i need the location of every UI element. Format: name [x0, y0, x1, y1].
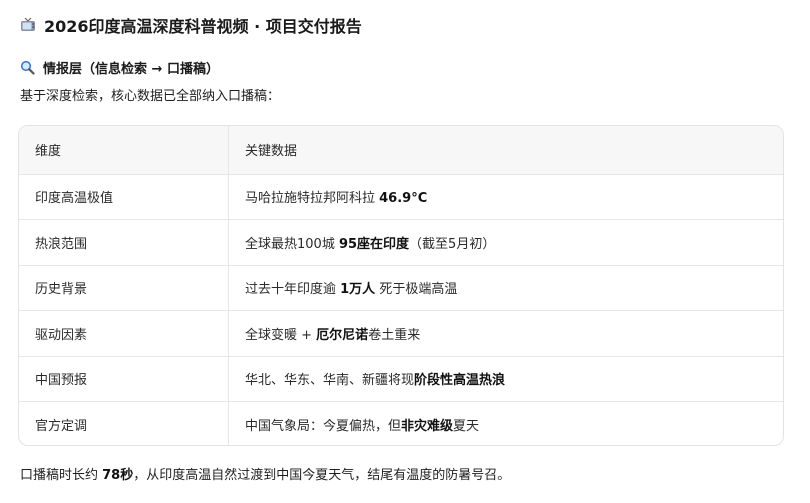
- intro-text: 基于深度检索，核心数据已全部纳入口播稿：: [20, 89, 281, 104]
- report-title-text: 2026印度高温深度科普视频 · 项目交付报告: [44, 17, 362, 36]
- table-row: 官方定调 中国气象局：今夏偏热，但非灾难级夏天: [19, 401, 784, 446]
- dimension-cell: 热浪范围: [19, 219, 229, 266]
- key-data-highlight: 阶段性高温热浪: [414, 373, 506, 389]
- magnifier-icon: [20, 60, 35, 75]
- key-data-cell: 全球最热100城 95座在印度（截至5月初）: [228, 219, 783, 266]
- data-table: 维度 关键数据 印度高温极值 马哈拉施特拉邦阿科拉 46.9°C 热浪范围 全球…: [18, 125, 784, 446]
- key-data-highlight: 46.9°C: [379, 191, 428, 207]
- report-title: 2026印度高温深度科普视频 · 项目交付报告: [20, 12, 362, 38]
- key-data-text: 死于极端高温: [375, 282, 458, 298]
- tv-icon: [20, 17, 36, 33]
- column-header-key-data: 关键数据: [228, 126, 783, 175]
- key-data-text: 中国气象局：今夏偏热，但: [245, 419, 402, 434]
- table-header-row: 维度 关键数据: [19, 126, 783, 175]
- table-row: 驱动因素 全球变暖 + 厄尔尼诺卷土重来: [19, 310, 783, 357]
- dimension-cell: 中国预报: [19, 356, 229, 402]
- key-data-cell: 过去十年印度逾 1万人 死于极端高温: [228, 265, 783, 311]
- outro-text: 口播稿时长约 78秒，从印度高温自然过渡到中国今夏天气，结尾有温度的防暑号召。: [20, 466, 510, 486]
- table-row: 热浪范围 全球最热100城 95座在印度（截至5月初）: [19, 219, 783, 266]
- key-data-text: 夏天: [453, 419, 480, 434]
- outro-text-part: 口播稿时长约: [20, 468, 103, 483]
- key-data-highlight: 1万人: [340, 282, 376, 298]
- key-data-text: （截至5月初）: [409, 236, 496, 252]
- key-data-cell: 马哈拉施特拉邦阿科拉 46.9°C: [228, 174, 783, 220]
- section-heading: 情报层（信息检索 → 口播稿）: [20, 56, 219, 78]
- key-data-text: 马哈拉施特拉邦阿科拉: [245, 191, 380, 207]
- dimension-cell: 驱动因素: [19, 310, 229, 357]
- key-data-text: 过去十年印度逾: [245, 282, 341, 298]
- table-row: 印度高温极值 马哈拉施特拉邦阿科拉 46.9°C: [19, 174, 783, 220]
- table-row: 中国预报 华北、华东、华南、新疆将现阶段性高温热浪: [19, 356, 783, 402]
- column-header-dimension: 维度: [19, 126, 229, 175]
- key-data-cell: 全球变暖 + 厄尔尼诺卷土重来: [228, 310, 783, 357]
- key-data-cell: 华北、华东、华南、新疆将现阶段性高温热浪: [228, 356, 783, 402]
- key-data-highlight: 95座在印度: [338, 236, 410, 252]
- key-data-text: 华北、华东、华南、新疆将现: [245, 373, 415, 389]
- key-data-highlight: 厄尔尼诺: [316, 327, 369, 343]
- key-data-text: 全球变暖 +: [245, 327, 317, 343]
- table-row: 历史背景 过去十年印度逾 1万人 死于极端高温: [19, 265, 783, 311]
- key-data-text: 全球最热100城: [245, 236, 339, 252]
- key-data-text: 卷土重来: [368, 327, 421, 343]
- outro-highlight: 78秒: [102, 468, 134, 483]
- dimension-cell: 历史背景: [19, 265, 229, 311]
- section-heading-text: 情报层（信息检索 → 口播稿）: [43, 61, 219, 77]
- dimension-cell: 印度高温极值: [19, 174, 229, 220]
- dimension-cell: 官方定调: [19, 401, 229, 445]
- key-data-highlight: 非灾难级: [401, 419, 454, 434]
- outro-text-part: ，从印度高温自然过渡到中国今夏天气，结尾有温度的防暑号召。: [133, 468, 511, 483]
- key-data-cell: 中国气象局：今夏偏热，但非灾难级夏天: [229, 402, 784, 446]
